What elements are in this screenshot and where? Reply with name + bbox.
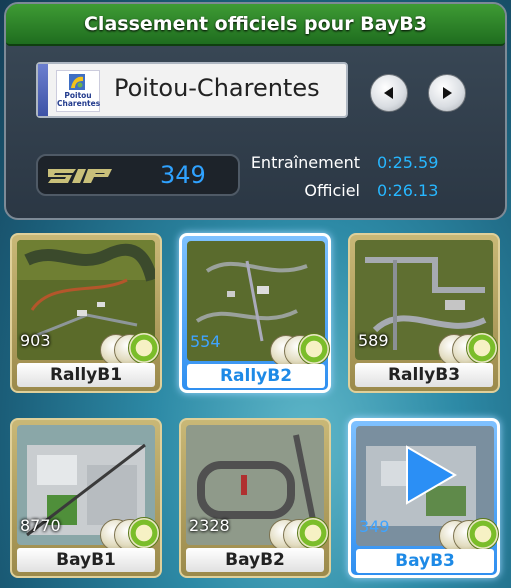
medal-icon bbox=[128, 517, 160, 549]
official-label: Officiel bbox=[304, 181, 360, 200]
track-count: 554 bbox=[190, 332, 221, 351]
track-count: 589 bbox=[358, 331, 389, 350]
track-card-rallyb2[interactable]: 554 RallyB2 bbox=[179, 233, 331, 393]
next-region-button[interactable] bbox=[428, 74, 466, 112]
medals bbox=[439, 516, 501, 552]
track-name: BayB2 bbox=[186, 548, 324, 572]
medals bbox=[100, 515, 162, 551]
region-logo-line2: Charentes bbox=[57, 99, 101, 108]
training-time: 0:25.59 bbox=[377, 153, 439, 172]
arrow-left-icon bbox=[384, 87, 393, 99]
track-name: RallyB1 bbox=[17, 363, 155, 387]
ranking-panel: Classement officiels pour BayB3 Poitou C… bbox=[4, 2, 507, 220]
track-name: RallyB3 bbox=[355, 363, 493, 387]
page-title: Classement officiels pour BayB3 bbox=[83, 13, 427, 35]
track-name: BayB1 bbox=[17, 548, 155, 572]
track-name: RallyB2 bbox=[187, 364, 325, 388]
medal-icon bbox=[297, 517, 329, 549]
track-count: 349 bbox=[359, 517, 390, 536]
sp-logo-icon bbox=[48, 169, 112, 183]
medals bbox=[270, 331, 332, 367]
training-label: Entraînement bbox=[250, 153, 360, 172]
region-logo-text: Poitou Charentes bbox=[57, 92, 101, 108]
medal-icon bbox=[298, 333, 330, 365]
track-card-bayb3[interactable]: 349 BayB3 bbox=[348, 418, 500, 578]
track-count: 903 bbox=[20, 331, 51, 350]
region-accent bbox=[38, 64, 48, 116]
title-bar: Classement officiels pour BayB3 bbox=[6, 4, 505, 46]
medal-icon bbox=[467, 518, 499, 550]
track-card-rallyb1[interactable]: 903 RallyB1 bbox=[10, 233, 162, 393]
arrow-right-icon bbox=[443, 87, 452, 99]
region-selector[interactable]: Poitou Charentes Poitou-Charentes bbox=[36, 62, 348, 118]
track-card-rallyb3[interactable]: 589 RallyB3 bbox=[348, 233, 500, 393]
medal-icon bbox=[128, 332, 160, 364]
medals bbox=[100, 330, 162, 366]
prev-region-button[interactable] bbox=[370, 74, 408, 112]
track-card-bayb1[interactable]: 8770 BayB1 bbox=[10, 418, 162, 578]
medals bbox=[438, 330, 500, 366]
region-name: Poitou-Charentes bbox=[114, 74, 320, 102]
play-icon[interactable] bbox=[399, 445, 459, 505]
region-logo: Poitou Charentes bbox=[56, 70, 100, 112]
skill-points-value: 349 bbox=[160, 161, 206, 189]
medal-icon bbox=[466, 332, 498, 364]
track-count: 2328 bbox=[189, 516, 230, 535]
track-count: 8770 bbox=[20, 516, 61, 535]
track-card-bayb2[interactable]: 2328 BayB2 bbox=[179, 418, 331, 578]
region-logo-icon bbox=[69, 74, 85, 90]
track-name: BayB3 bbox=[356, 549, 494, 573]
medals bbox=[269, 515, 331, 551]
official-time: 0:26.13 bbox=[377, 181, 439, 200]
